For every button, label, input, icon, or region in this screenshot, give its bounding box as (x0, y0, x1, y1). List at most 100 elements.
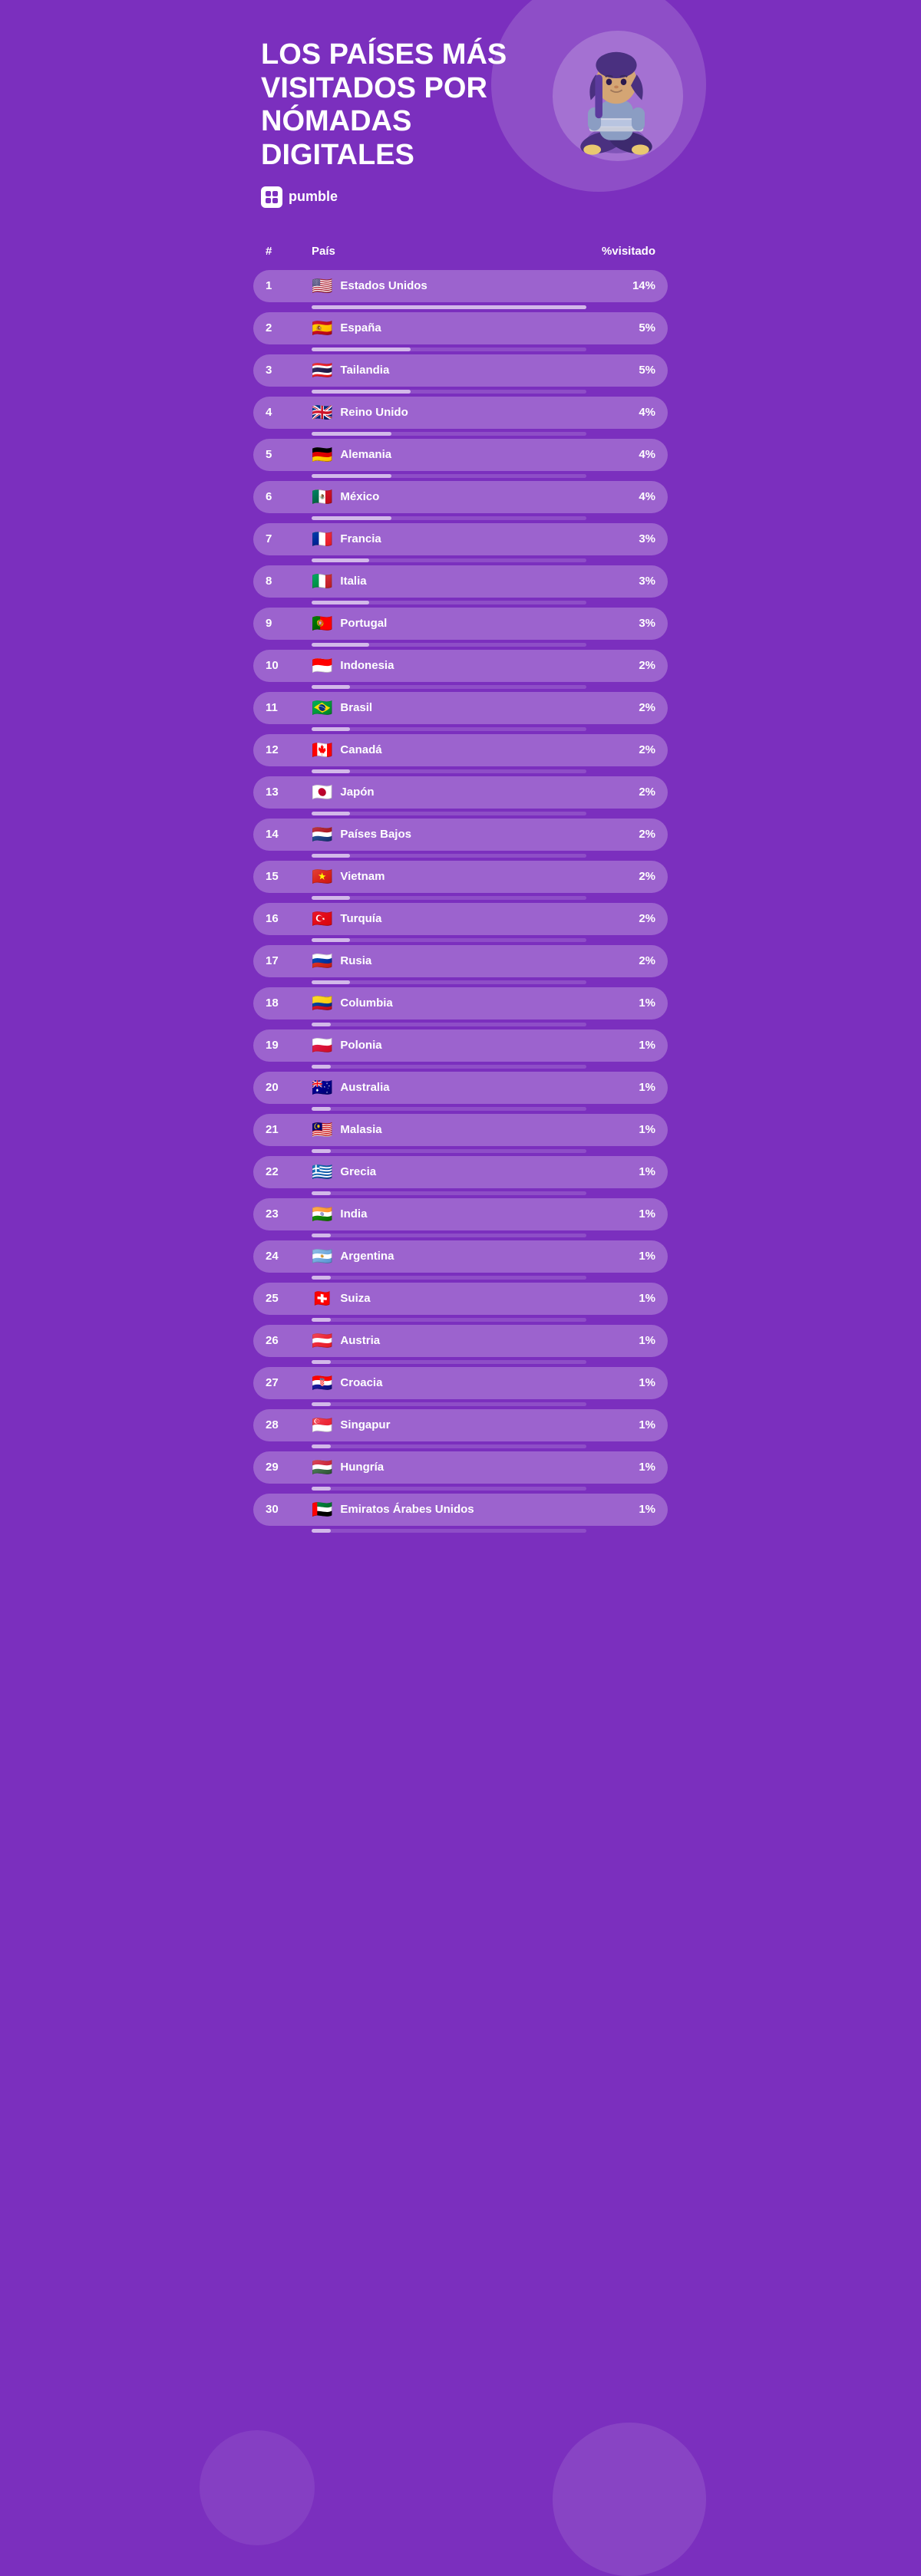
flag-icon: 🇮🇹 (312, 573, 332, 590)
flag-icon: 🇬🇧 (312, 404, 332, 421)
country-cell: 🇵🇹 Portugal (312, 615, 586, 632)
country-cell: 🇨🇭 Suiza (312, 1290, 586, 1307)
percent-cell: 1% (586, 996, 655, 1010)
percent-cell: 1% (586, 1503, 655, 1516)
country-name: Rusia (340, 954, 371, 967)
bar-container (312, 1065, 586, 1069)
bar-row (253, 1065, 668, 1069)
bar-row (253, 1191, 668, 1195)
bottom-circle-left (200, 2430, 315, 2545)
country-name: Reino Unido (340, 406, 408, 419)
percent-cell: 1% (586, 1123, 655, 1136)
percent-cell: 2% (586, 743, 655, 756)
percent-cell: 1% (586, 1081, 655, 1094)
country-name: Alemania (340, 448, 391, 461)
bar-fill (312, 980, 350, 984)
bar-fill (312, 812, 350, 815)
bar-container (312, 432, 586, 436)
bar-row (253, 1234, 668, 1237)
bar-fill (312, 854, 350, 858)
table-row: 9 🇵🇹 Portugal 3% (253, 608, 668, 640)
percent-cell: 1% (586, 1418, 655, 1431)
bar-fill (312, 1402, 331, 1406)
bar-row (253, 812, 668, 815)
country-name: Vietnam (340, 870, 385, 883)
bar-fill (312, 305, 586, 309)
table-row: 21 🇲🇾 Malasia 1% (253, 1114, 668, 1146)
country-name: Grecia (340, 1165, 376, 1178)
bar-row (253, 601, 668, 604)
country-name: India (340, 1207, 367, 1220)
country-name: Estados Unidos (340, 279, 427, 292)
flag-icon: 🇮🇳 (312, 1206, 332, 1223)
country-name: Australia (340, 1081, 389, 1094)
bar-row (253, 1149, 668, 1153)
table-row: 4 🇬🇧 Reino Unido 4% (253, 397, 668, 429)
bar-container (312, 1487, 586, 1491)
flag-icon: 🇻🇳 (312, 868, 332, 885)
flag-icon: 🇨🇦 (312, 742, 332, 759)
pumble-logo-icon (261, 186, 282, 208)
table-row: 28 🇸🇬 Singapur 1% (253, 1409, 668, 1441)
table-row: 25 🇨🇭 Suiza 1% (253, 1283, 668, 1315)
bar-container (312, 1360, 586, 1364)
country-name: Tailandia (340, 364, 389, 377)
table-row: 24 🇦🇷 Argentina 1% (253, 1240, 668, 1273)
rank-cell: 1 (266, 279, 312, 292)
percent-cell: 2% (586, 786, 655, 799)
table-row: 29 🇭🇺 Hungría 1% (253, 1451, 668, 1484)
bar-row (253, 1107, 668, 1111)
table-row: 22 🇬🇷 Grecia 1% (253, 1156, 668, 1188)
flag-icon: 🇩🇪 (312, 446, 332, 463)
flag-icon: 🇭🇷 (312, 1375, 332, 1392)
percent-cell: 2% (586, 912, 655, 925)
flag-icon: 🇦🇷 (312, 1248, 332, 1265)
bar-row (253, 938, 668, 942)
table-row: 30 🇦🇪 Emiratos Árabes Unidos 1% (253, 1494, 668, 1526)
bar-row (253, 474, 668, 478)
percent-cell: 2% (586, 659, 655, 672)
country-name: Malasia (340, 1123, 381, 1136)
flag-icon: 🇦🇪 (312, 1501, 332, 1518)
bar-container (312, 305, 586, 309)
bar-fill (312, 516, 391, 520)
percent-cell: 3% (586, 532, 655, 545)
logo-text: pumble (289, 189, 338, 205)
bar-container (312, 769, 586, 773)
table-row: 6 🇲🇽 México 4% (253, 481, 668, 513)
country-name: Emiratos Árabes Unidos (340, 1503, 474, 1516)
bar-container (312, 601, 586, 604)
rank-cell: 26 (266, 1334, 312, 1347)
bar-container (312, 558, 586, 562)
flag-icon: 🇵🇱 (312, 1037, 332, 1054)
country-name: Singapur (340, 1418, 390, 1431)
bar-row (253, 896, 668, 900)
percent-cell: 1% (586, 1376, 655, 1389)
rank-cell: 25 (266, 1292, 312, 1305)
country-cell: 🇭🇷 Croacia (312, 1375, 586, 1392)
bar-container (312, 348, 586, 351)
table-body: 1 🇺🇸 Estados Unidos 14% 2 🇪🇸 España 5% 3… (253, 270, 668, 1533)
flag-icon: 🇬🇷 (312, 1164, 332, 1181)
country-name: Indonesia (340, 659, 394, 672)
table-row: 23 🇮🇳 India 1% (253, 1198, 668, 1230)
country-cell: 🇪🇸 España (312, 320, 586, 337)
percent-cell: 1% (586, 1292, 655, 1305)
flag-icon: 🇦🇹 (312, 1332, 332, 1349)
bar-fill (312, 727, 350, 731)
bar-fill (312, 1149, 331, 1153)
rank-cell: 5 (266, 448, 312, 461)
country-cell: 🇹🇷 Turquía (312, 911, 586, 927)
flag-icon: 🇹🇭 (312, 362, 332, 379)
bar-fill (312, 643, 369, 647)
country-cell: 🇮🇹 Italia (312, 573, 586, 590)
character-svg (559, 35, 674, 180)
country-name: Japón (340, 786, 374, 799)
rank-cell: 8 (266, 575, 312, 588)
bar-fill (312, 769, 350, 773)
percent-cell: 4% (586, 406, 655, 419)
flag-icon: 🇦🇺 (312, 1079, 332, 1096)
rank-cell: 3 (266, 364, 312, 377)
percent-cell: 1% (586, 1165, 655, 1178)
rank-cell: 20 (266, 1081, 312, 1094)
